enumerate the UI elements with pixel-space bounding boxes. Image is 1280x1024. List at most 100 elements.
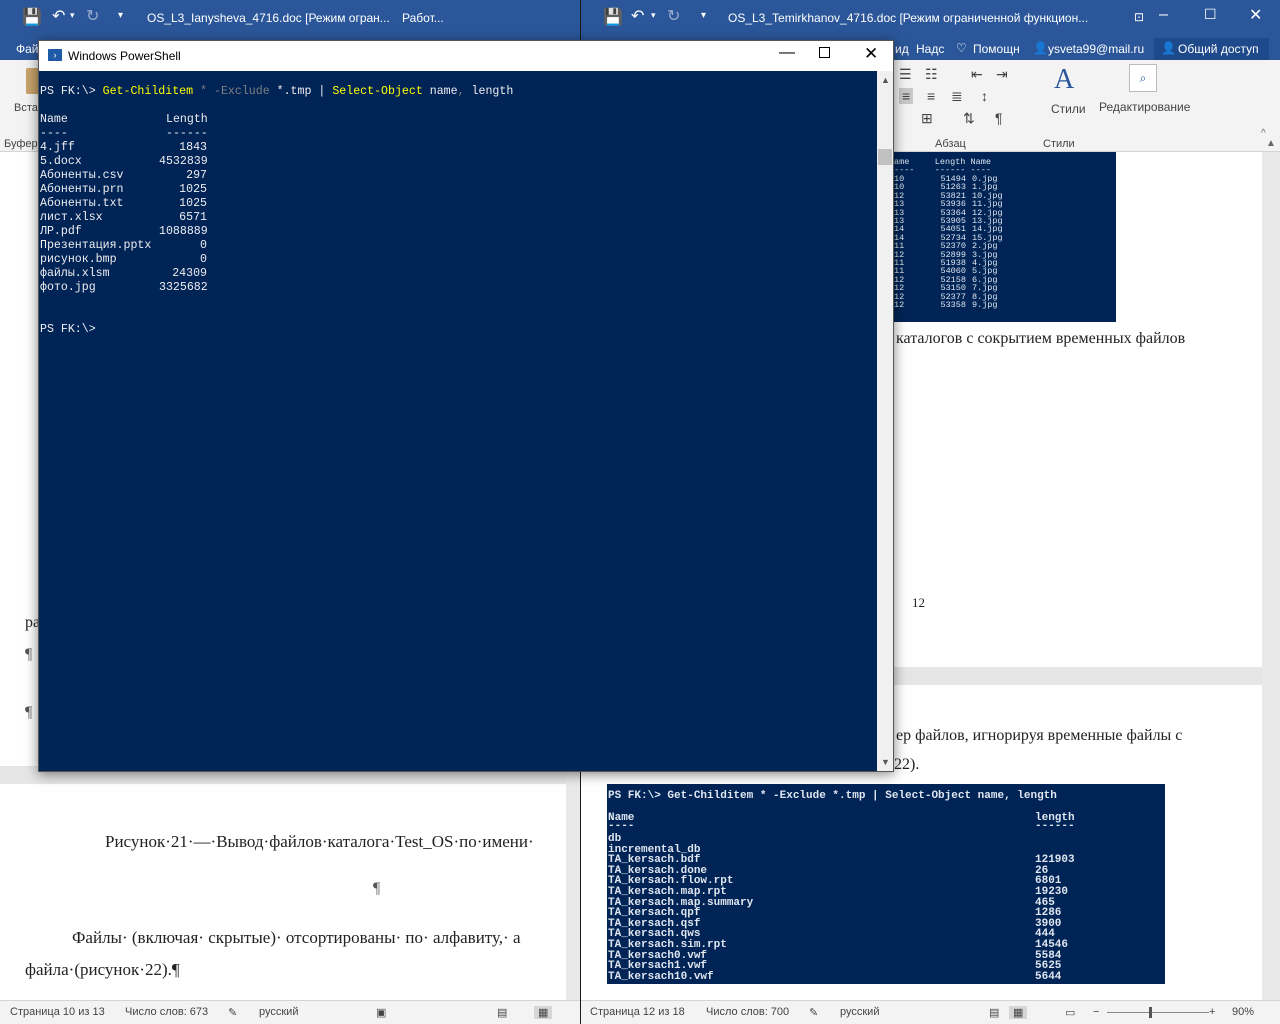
zoom-in-icon[interactable]: + [1209,1006,1215,1018]
minimize-icon[interactable]: – [1159,6,1168,24]
close-icon[interactable]: ✕ [1249,5,1262,25]
title-bar[interactable]: › Windows PowerShell — ✕ [39,41,893,71]
numbering-icon[interactable]: ☰ [899,66,912,83]
document-title: OS_L3_Ianysheva_4716.doc [Режим огран... [147,11,390,25]
editing-button[interactable]: Редактирование [1099,100,1190,114]
print-layout-icon[interactable]: ▦ [1009,1006,1028,1019]
row-length: 3325682 [159,281,208,294]
figure-image-exclude: PS FK:\> Get-Childitem * -Exclude *.tmp … [607,784,1165,984]
zoom-level[interactable]: 90% [1232,1006,1254,1018]
powershell-icon: › [48,49,62,61]
vertical-scrollbar[interactable]: ▲ ▼ [877,71,893,771]
row-length: 6571 [179,211,207,224]
doc-text: ер файлов, игнорируя временные файлы с [896,727,1183,744]
command-line: PS FK:\> Get-Childitem * -Exclude *.tmp … [40,85,513,99]
save-icon[interactable]: 💾 [22,7,42,27]
maximize-icon[interactable]: ☐ [1204,6,1217,23]
user-email[interactable]: ysveta99@mail.ru [1048,42,1144,56]
row-name: Абоненты.txt [40,197,124,210]
proofing-icon[interactable]: ✎ [228,1006,237,1019]
status-word-count[interactable]: Число слов: 700 [706,1006,789,1018]
ribbon-display-icon[interactable]: ⊡ [1134,10,1144,24]
row-length: 24309 [172,267,207,280]
share-button[interactable]: Общий доступ [1178,42,1259,56]
paste-button[interactable]: Вста [14,102,38,114]
param-exclude: -Exclude [214,85,270,98]
undo-icon[interactable]: ↶ [631,6,644,26]
row-name: рисунок.bmp [40,253,117,266]
prompt: PS FK:\> [40,85,96,98]
pilcrow: ¶ [25,646,33,663]
redo-icon[interactable]: ↻ [86,6,99,26]
save-icon[interactable]: 💾 [603,7,623,27]
arg-name: name [429,85,458,98]
row-length: 4532839 [159,155,208,168]
customize-qat-icon[interactable]: ▾ [118,10,123,21]
scroll-up-icon[interactable]: ▲ [881,75,890,85]
status-language[interactable]: русский [259,1006,298,1018]
sort-icon[interactable]: ⇅ [963,110,975,127]
redo-icon[interactable]: ↻ [667,6,680,26]
styles-button[interactable]: Стили [1051,102,1086,116]
undo-dropdown-icon[interactable]: ▾ [651,10,656,21]
status-word-count[interactable]: Число слов: 673 [125,1006,208,1018]
scroll-down-icon[interactable]: ▼ [881,757,890,767]
line-spacing-icon[interactable]: ↕ [981,88,988,104]
read-mode-icon[interactable]: ▤ [989,1006,999,1019]
tab-view[interactable]: ид [895,42,909,56]
multilevel-list-icon[interactable]: ☷ [925,66,938,83]
show-marks-icon[interactable]: ¶ [995,110,1003,126]
doc-text: каталогов с сокрытием временных файлов [896,330,1186,347]
lightbulb-icon: ♡ [956,41,967,55]
title-bar: 💾 ↶ ▾ ↻ ▾ OS_L3_Temirkhanov_4716.doc [Ре… [581,0,1280,38]
figure-caption: Рисунок·21·—·Вывод·файлов·каталога·Test_… [105,832,534,851]
maximize-icon[interactable] [819,47,830,58]
tab-addins[interactable]: Надс [916,42,944,56]
status-page[interactable]: Страница 12 из 18 [590,1006,685,1018]
arg-pattern: *.tmp [276,85,312,98]
undo-dropdown-icon[interactable]: ▾ [70,10,75,21]
console-output[interactable]: PS FK:\> Get-Childitem * -Exclude *.tmp … [39,71,877,771]
status-language[interactable]: русский [840,1006,879,1018]
document-title-tail: Работ... [402,11,444,25]
scroll-up-icon[interactable]: ▲ [1266,138,1276,149]
row-length: 1088889 [159,225,208,238]
tell-me-help[interactable]: Помощн [973,42,1020,56]
img-sep-name: ---- [608,820,635,832]
styles-icon[interactable]: A [1054,64,1074,96]
justify-icon[interactable]: ≣ [951,88,963,105]
scrollbar-thumb[interactable] [878,149,892,165]
borders-icon[interactable]: ⊞ [921,110,933,127]
collapse-ribbon-icon[interactable]: ^ [1261,128,1266,139]
tab-file[interactable]: Фай [16,42,39,56]
macro-icon[interactable]: ▣ [376,1006,386,1019]
pipe: | [318,85,326,98]
zoom-slider[interactable] [1107,1012,1209,1013]
paragraph-line: файла·(рисунок·22).¶ [25,960,180,979]
row-name: файлы.xlsm [40,267,110,280]
customize-qat-icon[interactable]: ▾ [701,10,706,21]
column-header-length: Length [166,113,208,126]
pilcrow: ¶ [25,704,33,721]
row-name: Абоненты.csv [40,169,124,182]
undo-icon[interactable]: ↶ [52,6,65,26]
minimize-icon[interactable]: — [779,44,795,62]
proofing-icon[interactable]: ✎ [809,1006,818,1019]
zoom-out-icon[interactable]: − [1093,1006,1099,1018]
decrease-indent-icon[interactable]: ⇤ [971,66,983,83]
align-right-icon[interactable]: ≡ [927,88,935,104]
user-icon: 👤 [1033,41,1048,55]
align-center-icon[interactable]: ≡ [899,88,914,104]
status-page[interactable]: Страница 10 из 13 [10,1006,105,1018]
web-layout-icon[interactable]: ▭ [1065,1006,1075,1019]
arg-length: length [471,85,514,98]
zoom-slider-thumb[interactable] [1149,1007,1152,1018]
find-icon[interactable]: ⌕ [1129,64,1157,92]
title-bar: 💾 ↶ ▾ ↻ ▾ OS_L3_Ianysheva_4716.doc [Режи… [0,0,580,38]
vertical-scrollbar[interactable]: ▲ [1262,138,1280,1000]
read-mode-icon[interactable]: ▤ [497,1006,507,1019]
close-icon[interactable]: ✕ [864,44,878,64]
increase-indent-icon[interactable]: ⇥ [996,66,1008,83]
print-layout-icon[interactable]: ▦ [534,1006,553,1019]
row-length: 0 [200,253,207,266]
